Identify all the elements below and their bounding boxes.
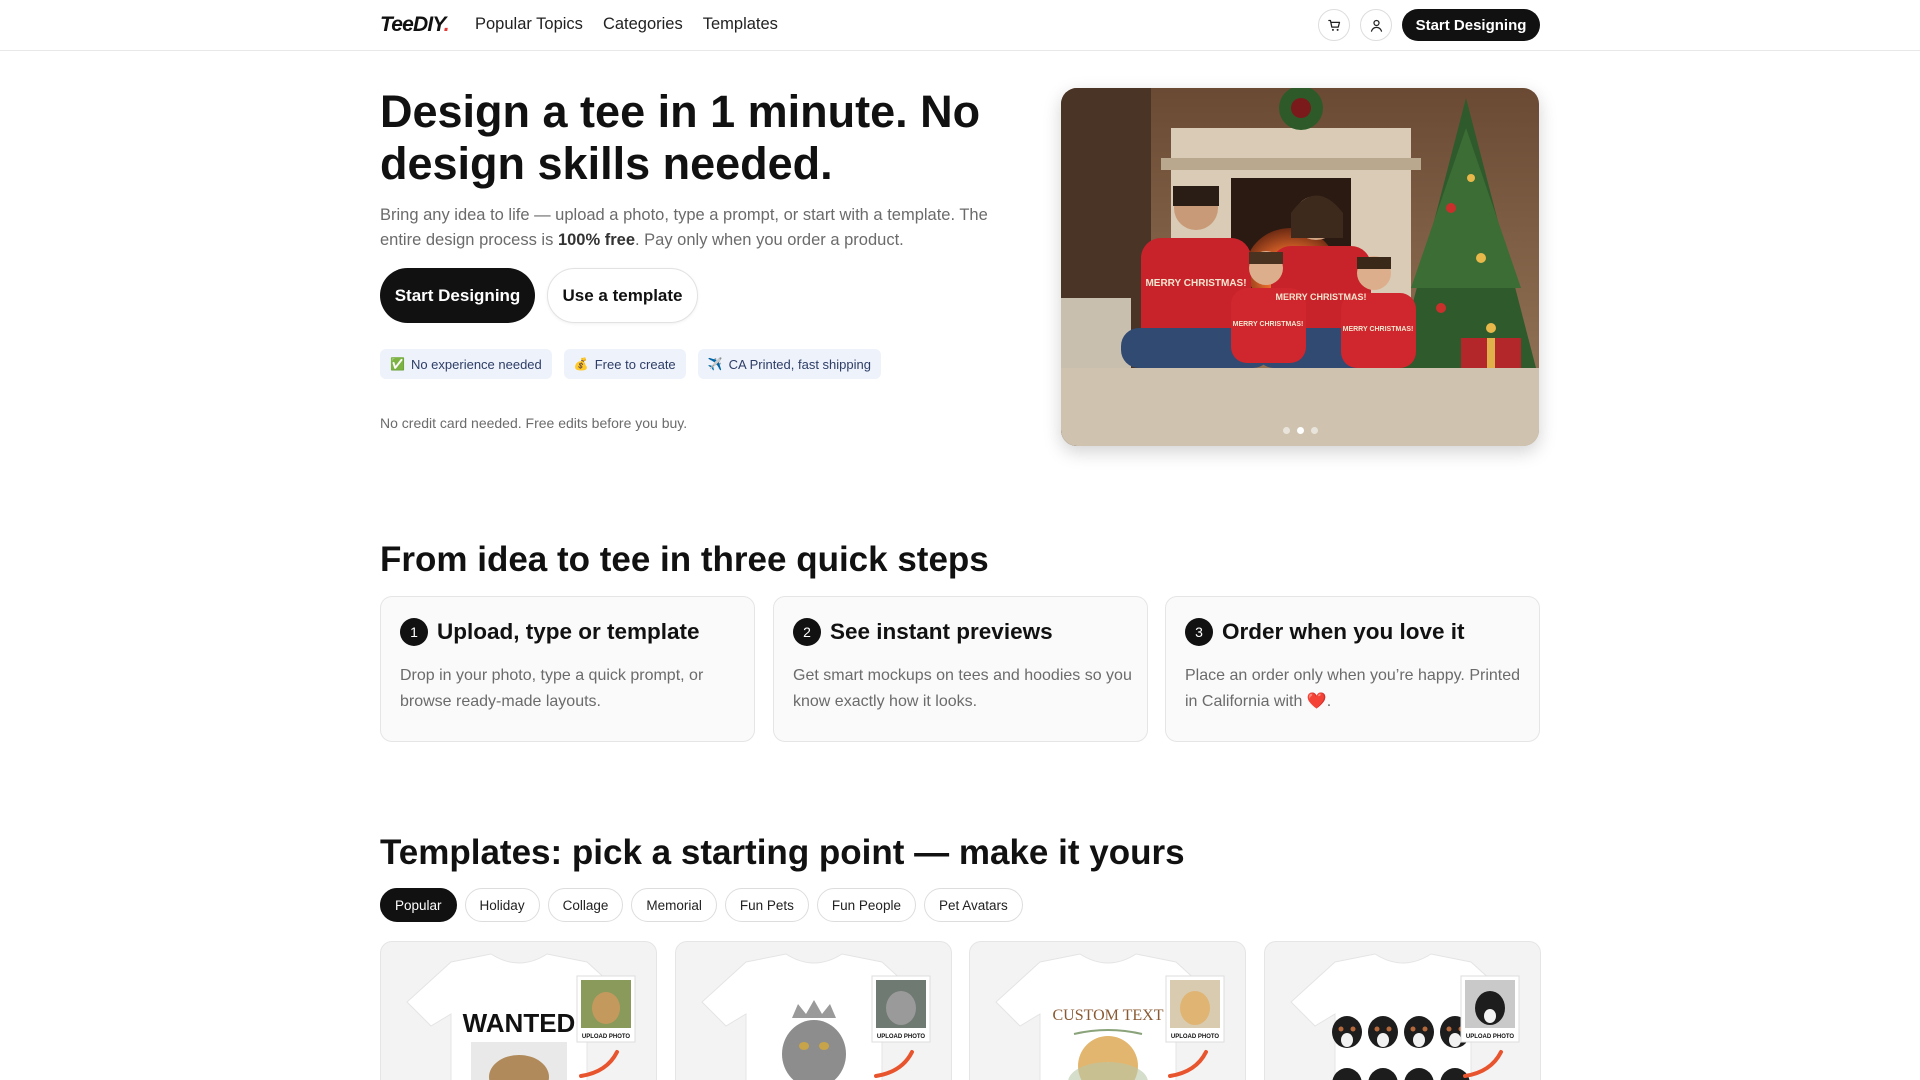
cart-icon (1327, 19, 1340, 31)
templates-title: Templates: pick a starting point — make … (380, 833, 1185, 872)
tab-fun-pets[interactable]: Fun Pets (724, 888, 809, 922)
template-card-puppy-grid[interactable]: UPLOAD PHOTO (1264, 941, 1541, 1080)
tab-memorial[interactable]: Memorial (631, 888, 717, 922)
nav-popular-topics[interactable]: Popular Topics (475, 15, 583, 34)
hero-description: Bring any idea to life — upload a photo,… (380, 203, 1020, 253)
upload-photo-label: UPLOAD PHOTO (582, 1034, 631, 1040)
hero-note: No credit card needed. Free edits before… (380, 415, 688, 431)
nav-templates[interactable]: Templates (703, 15, 778, 34)
step-card-2: 2 See instant previews Get smart mockups… (773, 596, 1148, 742)
shirt-text: CUSTOM TEXT (1053, 1007, 1164, 1024)
step-description: Place an order only when you’re happy. P… (1185, 663, 1525, 715)
step-number: 1 (400, 618, 428, 646)
step-title: See instant previews (830, 619, 1053, 644)
shirt-text: WANTED (463, 1008, 576, 1038)
step-card-1: 1 Upload, type or template Drop in your … (380, 596, 755, 742)
template-filter-tabs: Popular Holiday Collage Memorial Fun Pet… (380, 888, 1023, 922)
shirt-text: MERRY CHRISTMAS! (1343, 326, 1414, 333)
header-start-designing-button[interactable]: Start Designing (1402, 9, 1540, 41)
tab-holiday[interactable]: Holiday (464, 888, 540, 922)
shirt-text: MERRY CHRISTMAS! (1233, 321, 1304, 328)
upload-photo-label: UPLOAD PHOTO (1171, 1034, 1220, 1040)
logo-dot: . (443, 13, 450, 36)
badge-shipping: ✈️ CA Printed, fast shipping (697, 349, 881, 379)
upload-photo-label: UPLOAD PHOTO (1466, 1034, 1515, 1040)
cart-button[interactable] (1318, 9, 1350, 41)
step-title: Upload, type or template (437, 619, 700, 644)
badge-free: 💰 Free to create (563, 349, 686, 379)
step-description: Get smart mockups on tees and hoodies so… (793, 667, 1132, 710)
template-card-custom-text-dog[interactable]: CUSTOM TEXT UPLOAD PHOTO (969, 941, 1246, 1080)
badge-label: No experience needed (410, 356, 542, 372)
hero-desc-bold: 100% free (557, 231, 635, 249)
badge-no-experience: ✅ No experience needed (380, 349, 552, 379)
cat-king-tee-mockup: UPLOAD PHOTO (701, 953, 931, 1080)
template-card-wanted[interactable]: WANTED UPLOAD PHOTO (380, 941, 657, 1080)
nav-categories[interactable]: Categories (603, 15, 683, 34)
step-desc-text: Place an order only when you’re happy. P… (1185, 667, 1521, 710)
account-button[interactable] (1360, 9, 1392, 41)
tab-collage[interactable]: Collage (547, 888, 624, 922)
carousel-dots (1061, 427, 1539, 434)
step-number: 2 (793, 618, 821, 646)
steps-title: From idea to tee in three quick steps (380, 540, 989, 579)
step-title: Order when you love it (1222, 619, 1465, 644)
step-description: Drop in your photo, type a quick prompt,… (400, 667, 704, 710)
money-bag-icon: 💰 (573, 357, 589, 371)
wanted-tee-mockup: WANTED UPLOAD PHOTO (406, 953, 636, 1080)
puppy-grid-tee-mockup: UPLOAD PHOTO (1290, 953, 1520, 1080)
upload-photo-label: UPLOAD PHOTO (877, 1034, 926, 1040)
check-icon: ✅ (390, 357, 405, 371)
carousel-dot-active[interactable] (1296, 427, 1304, 434)
airplane-icon: ✈️ (707, 357, 723, 371)
shirt-text: MERRY CHRISTMAS! (1275, 292, 1366, 302)
feature-badges: ✅ No experience needed 💰 Free to create ✈️… (380, 349, 881, 379)
tab-pet-avatars[interactable]: Pet Avatars (923, 888, 1023, 922)
carousel-dot[interactable] (1310, 427, 1318, 434)
template-card-cat-king[interactable]: UPLOAD PHOTO (675, 941, 952, 1080)
hero-title: Design a tee in 1 minute. No design skil… (380, 86, 981, 189)
heart-icon: ❤️ (1306, 693, 1327, 710)
custom-text-dog-tee-mockup: CUSTOM TEXT UPLOAD PHOTO (995, 953, 1225, 1080)
badge-label: CA Printed, fast shipping (728, 356, 871, 372)
shirt-text: MERRY CHRISTMAS! (1145, 278, 1246, 289)
step-number: 3 (1185, 618, 1213, 646)
main-nav: Popular Topics Categories Templates (475, 15, 778, 34)
hero-desc-text-end: . Pay only when you order a product. (635, 231, 904, 249)
tab-fun-people[interactable]: Fun People (816, 888, 916, 922)
start-designing-button[interactable]: Start Designing (380, 268, 535, 323)
site-header: TeeDIY. Popular Topics Categories Templa… (0, 0, 1920, 51)
carousel-dot[interactable] (1282, 427, 1290, 434)
user-icon (1370, 19, 1382, 32)
step-desc-end: . (1326, 693, 1332, 710)
step-card-3: 3 Order when you love it Place an order … (1165, 596, 1540, 742)
logo-text: TeeDIY (380, 13, 444, 36)
use-template-button[interactable]: Use a template (547, 268, 698, 323)
logo[interactable]: TeeDIY. (380, 13, 450, 37)
tab-popular[interactable]: Popular (380, 888, 457, 922)
hero-carousel[interactable]: MERRY CHRISTMAS! MERRY CHRISTMAS! MERRY … (1061, 88, 1539, 446)
family-christmas-photo: MERRY CHRISTMAS! MERRY CHRISTMAS! MERRY … (1061, 88, 1539, 446)
badge-label: Free to create (594, 356, 676, 372)
